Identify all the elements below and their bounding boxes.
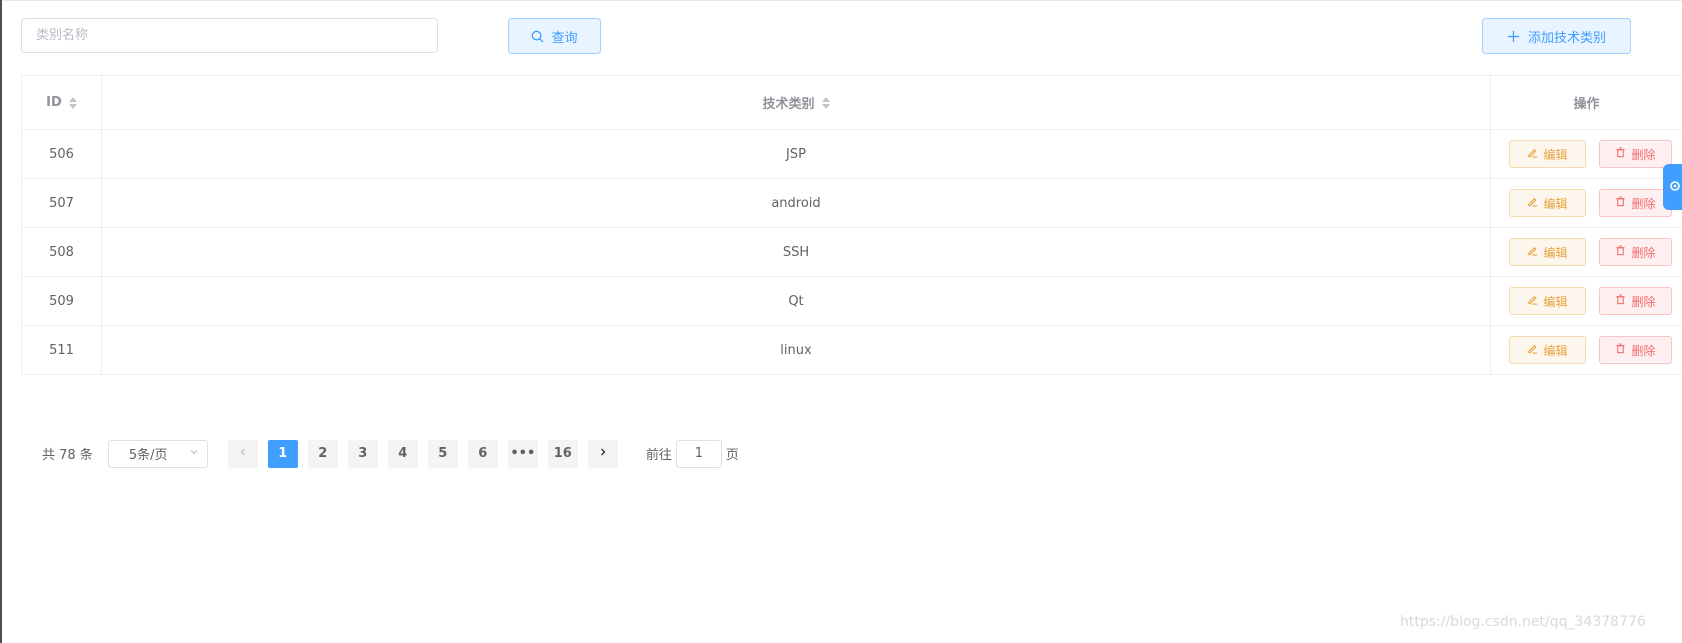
add-category-button-label: 添加技术类别 <box>1527 30 1606 46</box>
edit-button[interactable]: 编辑 <box>1509 140 1586 168</box>
left-border <box>0 0 2 643</box>
row-type: linux <box>102 326 1491 374</box>
column-header-id[interactable]: ID <box>21 76 102 129</box>
pagination: 共 78 条 5条/页 1 2 3 4 5 6 ••• 16 前往 页 <box>42 439 739 468</box>
delete-button-label: 删除 <box>1631 294 1656 309</box>
page-ellipsis-more[interactable]: ••• <box>507 439 538 468</box>
trash-icon <box>1615 245 1626 259</box>
page-number[interactable]: 1 <box>267 439 298 468</box>
page-number[interactable]: 16 <box>547 439 578 468</box>
category-name-search-input[interactable] <box>21 18 438 53</box>
edit-button-label: 编辑 <box>1543 147 1568 162</box>
delete-button[interactable]: 删除 <box>1599 238 1672 266</box>
chevron-right-icon <box>598 446 608 461</box>
edit-button[interactable]: 编辑 <box>1509 189 1586 217</box>
table-row: 509 Qt 编辑 删除 <box>21 277 1682 326</box>
column-header-ops-label: 操作 <box>1573 97 1600 112</box>
page-number[interactable]: 6 <box>467 439 498 468</box>
delete-button-label: 删除 <box>1631 343 1656 358</box>
top-divider <box>0 0 1682 1</box>
add-category-button[interactable]: 添加技术类别 <box>1482 18 1631 54</box>
edit-button[interactable]: 编辑 <box>1509 238 1586 266</box>
delete-button-label: 删除 <box>1631 245 1656 260</box>
row-id: 506 <box>21 130 102 178</box>
chevron-left-icon <box>238 446 248 461</box>
row-actions: 编辑 删除 <box>1491 326 1682 374</box>
sort-caret-icon[interactable] <box>821 96 830 109</box>
table-row: 506 JSP 编辑 删除 <box>21 130 1682 179</box>
edit-button[interactable]: 编辑 <box>1509 336 1586 364</box>
goto-suffix: 页 <box>725 448 739 463</box>
row-type: SSH <box>102 228 1491 276</box>
trash-icon <box>1615 196 1626 210</box>
goto-page: 前往 页 <box>645 439 739 468</box>
delete-button[interactable]: 删除 <box>1599 287 1672 315</box>
edit-icon <box>1527 343 1538 357</box>
sort-caret-icon[interactable] <box>68 96 77 109</box>
page-number[interactable]: 3 <box>347 439 378 468</box>
query-button[interactable]: 查询 <box>508 18 601 54</box>
edit-button-label: 编辑 <box>1543 343 1568 358</box>
trash-icon <box>1615 294 1626 308</box>
edit-button-label: 编辑 <box>1543 245 1568 260</box>
column-header-type-label: 技术类别 <box>762 97 815 112</box>
goto-prefix: 前往 <box>645 448 672 463</box>
column-header-ops: 操作 <box>1491 76 1682 129</box>
table-row: 511 linux 编辑 删除 <box>21 326 1682 375</box>
row-id: 511 <box>21 326 102 374</box>
trash-icon <box>1615 147 1626 161</box>
edit-icon <box>1527 147 1538 161</box>
prev-page-button[interactable] <box>227 439 258 468</box>
table-header: ID 技术类别 操作 <box>21 75 1682 130</box>
edit-icon <box>1527 245 1538 259</box>
edit-button[interactable]: 编辑 <box>1509 287 1586 315</box>
table-row: 507 android 编辑 删除 <box>21 179 1682 228</box>
delete-button[interactable]: 删除 <box>1599 189 1672 217</box>
column-header-id-label: ID <box>46 95 62 110</box>
row-type: android <box>102 179 1491 227</box>
floating-settings-tab[interactable] <box>1663 164 1682 210</box>
edit-button-label: 编辑 <box>1543 294 1568 309</box>
delete-button-label: 删除 <box>1631 147 1656 162</box>
delete-button[interactable]: 删除 <box>1599 336 1672 364</box>
page-number[interactable]: 5 <box>427 439 458 468</box>
query-button-label: 查询 <box>551 30 578 46</box>
row-actions: 编辑 删除 <box>1491 179 1682 227</box>
page-number[interactable]: 4 <box>387 439 418 468</box>
row-type: Qt <box>102 277 1491 325</box>
goto-page-input[interactable] <box>675 439 722 468</box>
table-row: 508 SSH 编辑 删除 <box>21 228 1682 277</box>
plus-icon <box>1507 30 1520 43</box>
pagination-total: 共 78 条 <box>42 448 93 463</box>
column-header-type[interactable]: 技术类别 <box>102 76 1491 129</box>
edit-icon <box>1527 196 1538 210</box>
row-id: 509 <box>21 277 102 325</box>
watermark: https://blog.csdn.net/qq_34378776 <box>1400 614 1646 630</box>
row-actions: 编辑 删除 <box>1491 130 1682 178</box>
page-number[interactable]: 2 <box>307 439 338 468</box>
row-actions: 编辑 删除 <box>1491 228 1682 276</box>
edit-icon <box>1527 294 1538 308</box>
edit-button-label: 编辑 <box>1543 196 1568 211</box>
chevron-down-icon <box>189 446 199 461</box>
delete-button[interactable]: 删除 <box>1599 140 1672 168</box>
trash-icon <box>1615 343 1626 357</box>
page-size-value: 5条/页 <box>128 448 168 463</box>
page-size-select[interactable]: 5条/页 <box>107 439 208 468</box>
delete-button-label: 删除 <box>1631 196 1656 211</box>
row-id: 508 <box>21 228 102 276</box>
category-table: ID 技术类别 操作 506 JSP 编辑 删除 507 android 编辑 … <box>21 75 1682 375</box>
gear-icon <box>1668 178 1682 197</box>
row-type: JSP <box>102 130 1491 178</box>
row-actions: 编辑 删除 <box>1491 277 1682 325</box>
next-page-button[interactable] <box>587 439 618 468</box>
row-id: 507 <box>21 179 102 227</box>
search-icon <box>531 30 544 43</box>
